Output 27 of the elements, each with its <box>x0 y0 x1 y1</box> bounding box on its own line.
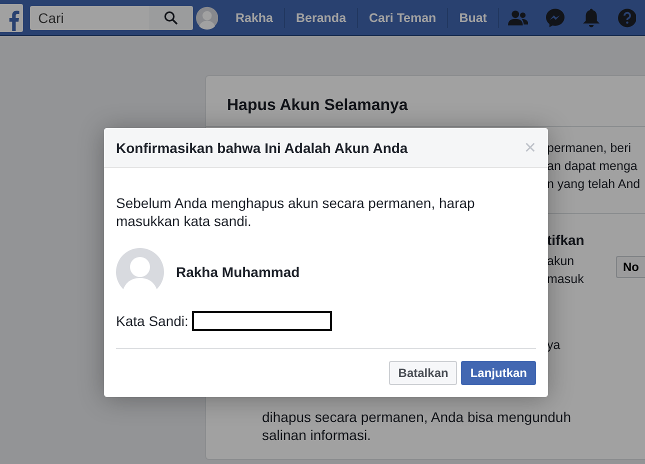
description-text: an dapat menga <box>547 158 638 175</box>
avatar-icon[interactable] <box>196 6 218 30</box>
search-field[interactable]: Cari <box>30 6 150 30</box>
profile-link[interactable]: Rakha <box>224 8 285 28</box>
section-title: Hapus Akun Selamanya <box>206 76 645 127</box>
setting-text: masuk <box>547 271 585 288</box>
nav-link[interactable]: Beranda <box>285 8 358 28</box>
setting-heading: tifkan <box>547 232 586 248</box>
search-icon[interactable] <box>164 10 178 24</box>
cancel-button[interactable]: Batalkan <box>389 361 458 385</box>
description-text: salinan informasi. <box>262 426 372 444</box>
nav-link[interactable]: Buat <box>448 8 499 28</box>
dialog-message: Sebelum Anda menghapus akun secara permanen, harap masukkan kata sandi. <box>116 194 476 230</box>
avatar-icon <box>116 248 164 296</box>
setting-button[interactable]: No <box>616 256 645 278</box>
password-field[interactable] <box>192 311 332 331</box>
user-name: Rakha Muhammad <box>176 264 300 280</box>
description-text: permanen, beri <box>547 140 632 157</box>
description-text: dihapus secara permanen, Anda bisa mengunduh <box>262 408 572 426</box>
continue-button[interactable]: Lanjutkan <box>461 361 536 385</box>
password-label: Kata Sandi: <box>116 313 188 329</box>
logo-icon[interactable] <box>0 4 24 32</box>
nav-link[interactable]: Cari Teman <box>358 8 448 28</box>
dialog-title: Konfirmasikan bahwa Ini Adalah Akun Anda <box>116 140 408 156</box>
setting-text: ya <box>547 337 562 354</box>
setting-text: akun <box>547 253 576 270</box>
description-text: n yang telah And <box>547 176 642 193</box>
